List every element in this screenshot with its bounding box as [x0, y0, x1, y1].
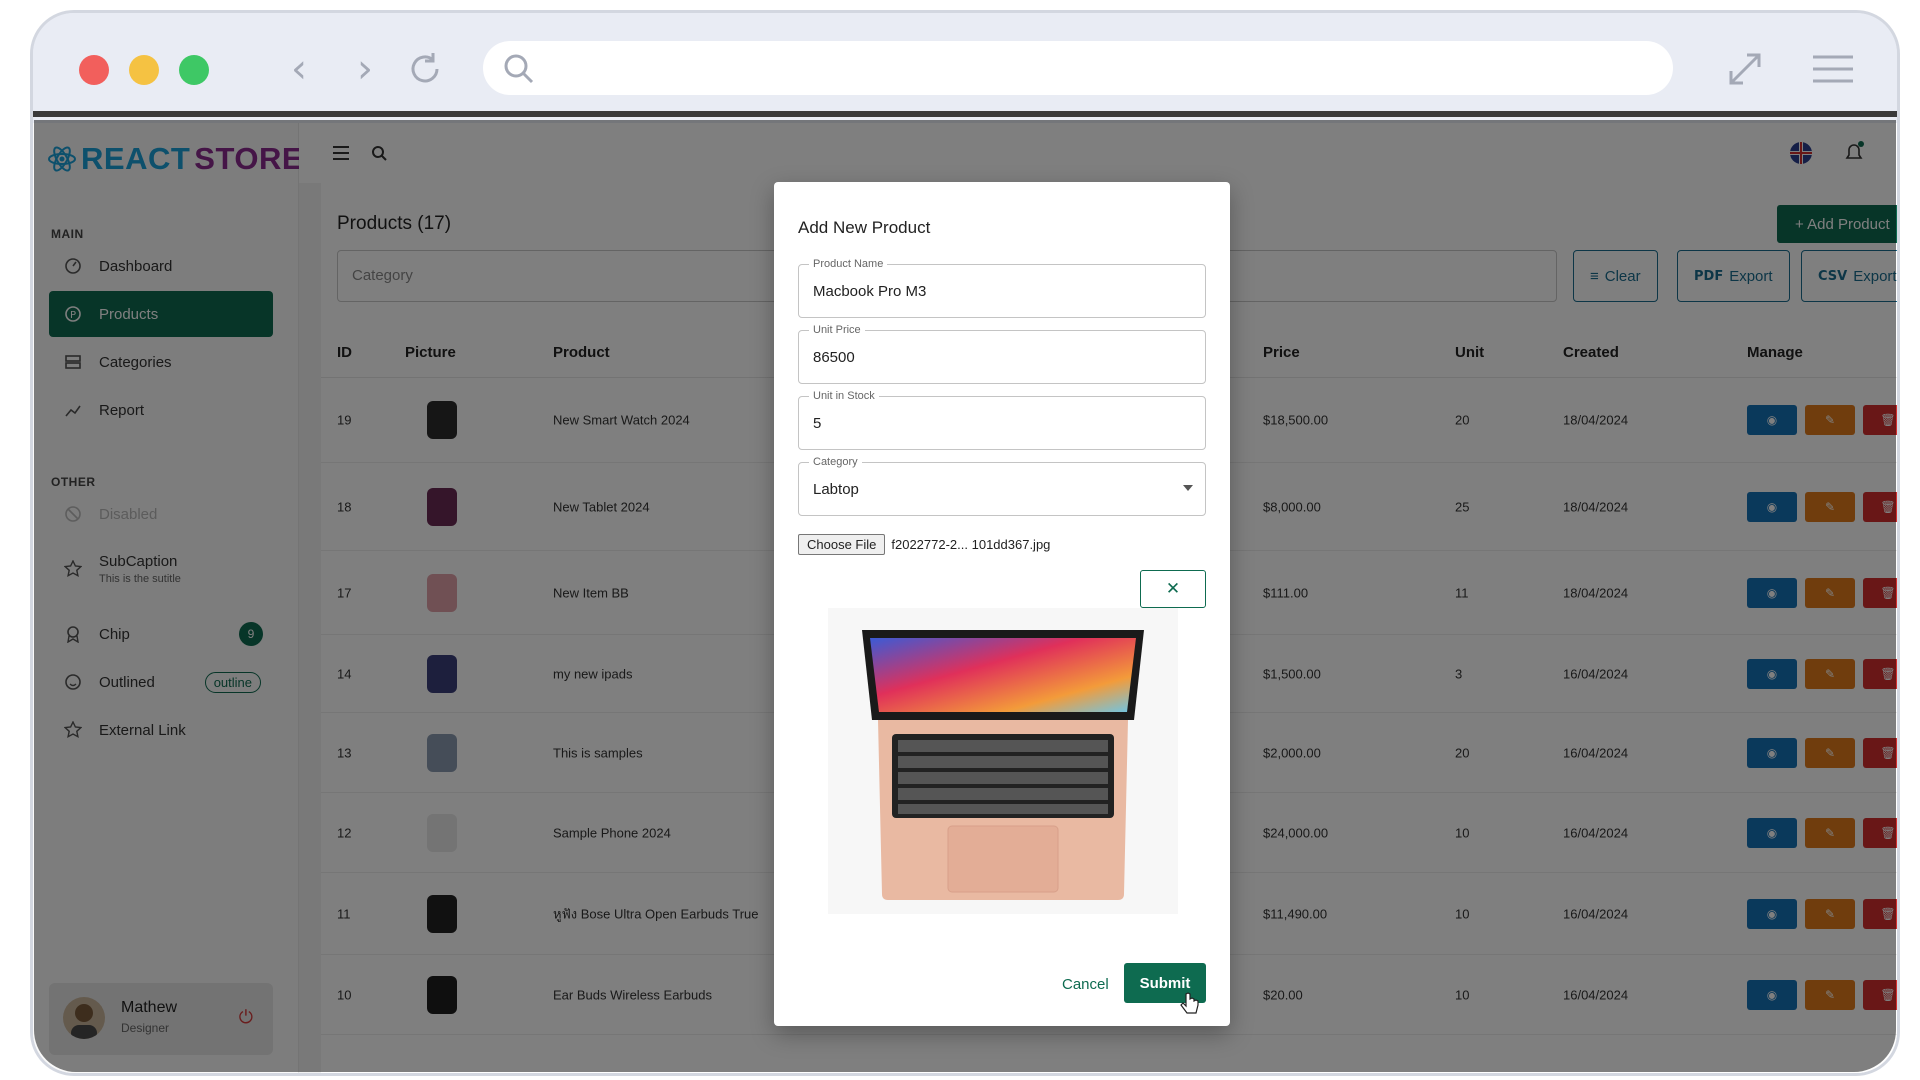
- unit-price-label: Unit Price: [809, 324, 865, 336]
- address-bar[interactable]: [483, 41, 1673, 95]
- unit-stock-value: 5: [813, 415, 822, 432]
- image-preview: [828, 608, 1178, 914]
- unit-price-field[interactable]: Unit Price 86500: [798, 324, 1206, 384]
- remove-image-button[interactable]: ✕: [1140, 570, 1206, 608]
- unit-stock-label: Unit in Stock: [809, 390, 879, 402]
- chevron-down-icon: [1183, 485, 1193, 491]
- file-name: f2022772-2... 101dd367.jpg: [891, 537, 1051, 552]
- expand-icon[interactable]: [1723, 47, 1767, 96]
- browser-toolbar: ‹ ›: [33, 13, 1897, 117]
- category-value: Labtop: [813, 481, 859, 498]
- menu-icon[interactable]: [1809, 47, 1857, 96]
- choose-file-button[interactable]: Choose File: [798, 534, 886, 555]
- search-icon: [504, 54, 534, 84]
- product-name-value: Macbook Pro M3: [813, 283, 927, 300]
- product-name-label: Product Name: [809, 258, 888, 270]
- minimize-window-button[interactable]: [129, 55, 159, 85]
- unit-price-value: 86500: [813, 349, 855, 366]
- maximize-window-button[interactable]: [179, 55, 209, 85]
- category-label: Category: [809, 456, 862, 468]
- category-select[interactable]: Category Labtop: [798, 456, 1206, 516]
- cancel-button[interactable]: Cancel: [1062, 976, 1109, 993]
- product-name-field[interactable]: Product Name Macbook Pro M3: [798, 258, 1206, 318]
- file-input[interactable]: Choose File f2022772-2... 101dd367.jpg: [798, 534, 1050, 555]
- forward-icon[interactable]: ›: [343, 46, 387, 92]
- add-product-dialog: Add New Product Product Name Macbook Pro…: [774, 182, 1230, 1026]
- reload-icon[interactable]: [403, 47, 447, 91]
- dialog-title: Add New Product: [798, 218, 931, 237]
- close-window-button[interactable]: [79, 55, 109, 85]
- unit-stock-field[interactable]: Unit in Stock 5: [798, 390, 1206, 450]
- laptop-image: [862, 630, 1144, 900]
- hand-cursor-icon: [1180, 992, 1200, 1021]
- back-icon[interactable]: ‹: [277, 46, 321, 92]
